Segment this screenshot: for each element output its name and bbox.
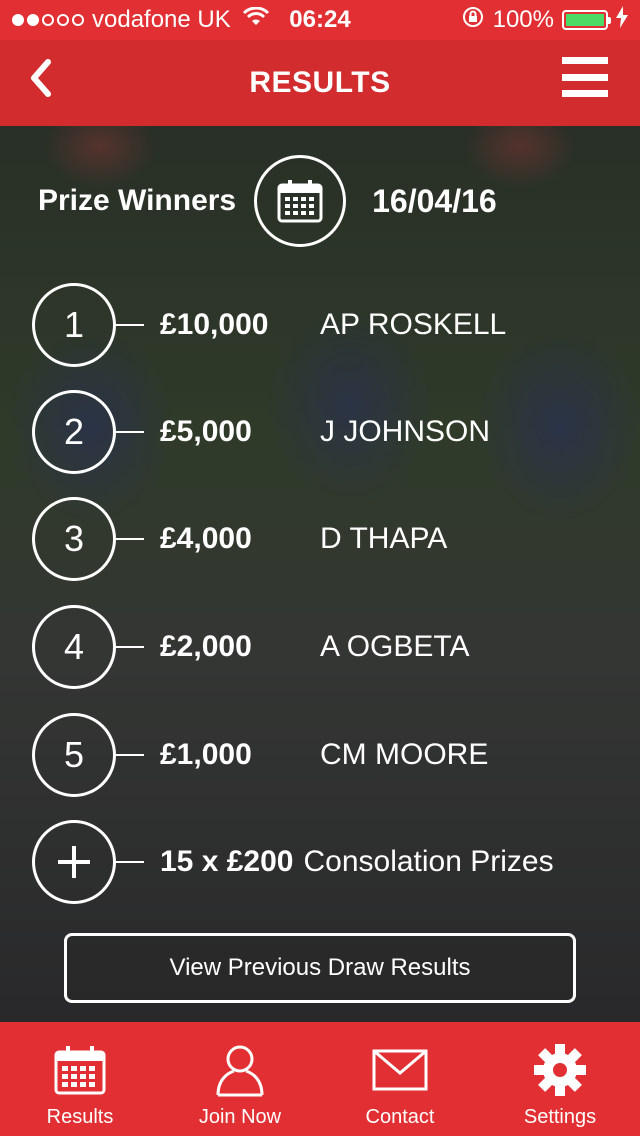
prize-row: 1 £10,000 AP ROSKELL xyxy=(32,283,612,367)
winner-name: CM MOORE xyxy=(320,738,489,771)
prize-winners-label: Prize Winners xyxy=(38,184,237,217)
status-bar: vodafone UK 06:24 100% xyxy=(0,0,640,40)
prize-position-badge: 1 xyxy=(32,283,116,367)
connector-line xyxy=(116,754,144,756)
prize-amount: £2,000 xyxy=(160,630,252,663)
menu-button[interactable] xyxy=(562,57,608,97)
gear-icon xyxy=(532,1042,588,1098)
charging-icon xyxy=(616,5,628,35)
calendar-icon xyxy=(52,1042,108,1098)
connector-line xyxy=(116,861,144,863)
prize-row: 4 £2,000 A OGBETA xyxy=(32,605,612,689)
connector-line xyxy=(116,324,144,326)
page-title: RESULTS xyxy=(249,66,391,99)
tab-label: Join Now xyxy=(198,1106,282,1128)
results-content: Prize Winners 16/04/16 1 £10,000 AP ROSK… xyxy=(0,126,640,1022)
tab-label: Results xyxy=(46,1106,114,1128)
chevron-left-icon xyxy=(31,59,51,97)
consolation-amount: 15 x £200 xyxy=(160,845,294,878)
prize-amount: £4,000 xyxy=(160,522,252,555)
wifi-icon xyxy=(242,6,269,34)
tab-settings[interactable]: Settings xyxy=(480,1022,640,1136)
prize-winners-row: Prize Winners 16/04/16 xyxy=(38,155,598,247)
battery-percent: 100% xyxy=(492,6,554,33)
hamburger-menu-icon xyxy=(562,57,608,64)
consolation-label: Consolation Prizes xyxy=(303,845,554,878)
draw-date: 16/04/16 xyxy=(372,182,497,219)
tab-bar: Results Join Now Contact Settings xyxy=(0,1022,640,1136)
winner-name: J JOHNSON xyxy=(320,415,491,448)
nav-header: RESULTS xyxy=(0,40,640,126)
prize-position-badge: 4 xyxy=(32,605,116,689)
consolation-row: 15 x £200 Consolation Prizes xyxy=(32,820,612,904)
person-icon xyxy=(212,1042,268,1098)
view-previous-results-button[interactable]: View Previous Draw Results xyxy=(64,933,576,1003)
tab-contact[interactable]: Contact xyxy=(320,1022,480,1136)
prize-amount: £5,000 xyxy=(160,415,252,448)
battery-icon xyxy=(562,10,611,30)
prize-amount: £1,000 xyxy=(160,738,252,771)
prize-row: 5 £1,000 CM MOORE xyxy=(32,713,612,797)
calendar-icon xyxy=(277,180,323,223)
connector-line xyxy=(116,538,144,540)
prize-row: 3 £4,000 D THAPA xyxy=(32,497,612,581)
carrier-name: vodafone UK xyxy=(92,6,231,33)
tab-results[interactable]: Results xyxy=(0,1022,160,1136)
prize-row: 2 £5,000 J JOHNSON xyxy=(32,390,612,474)
prize-position-badge: 3 xyxy=(32,497,116,581)
winner-name: AP ROSKELL xyxy=(320,308,507,341)
prize-position-badge: 2 xyxy=(32,390,116,474)
tab-label: Contact xyxy=(365,1106,435,1128)
back-button[interactable] xyxy=(28,58,58,98)
winner-name: D THAPA xyxy=(320,522,448,555)
plus-icon xyxy=(32,820,116,904)
signal-strength-icon xyxy=(12,14,84,26)
winner-name: A OGBETA xyxy=(320,630,470,663)
envelope-icon xyxy=(372,1042,428,1098)
status-time: 06:24 xyxy=(289,6,351,33)
tab-join-now[interactable]: Join Now xyxy=(160,1022,320,1136)
date-picker-button[interactable] xyxy=(254,155,347,247)
connector-line xyxy=(116,431,144,433)
prize-position-badge: 5 xyxy=(32,713,116,797)
tab-label: Settings xyxy=(523,1106,597,1128)
connector-line xyxy=(116,646,144,648)
orientation-lock-icon xyxy=(461,5,485,36)
prize-amount: £10,000 xyxy=(160,308,269,341)
